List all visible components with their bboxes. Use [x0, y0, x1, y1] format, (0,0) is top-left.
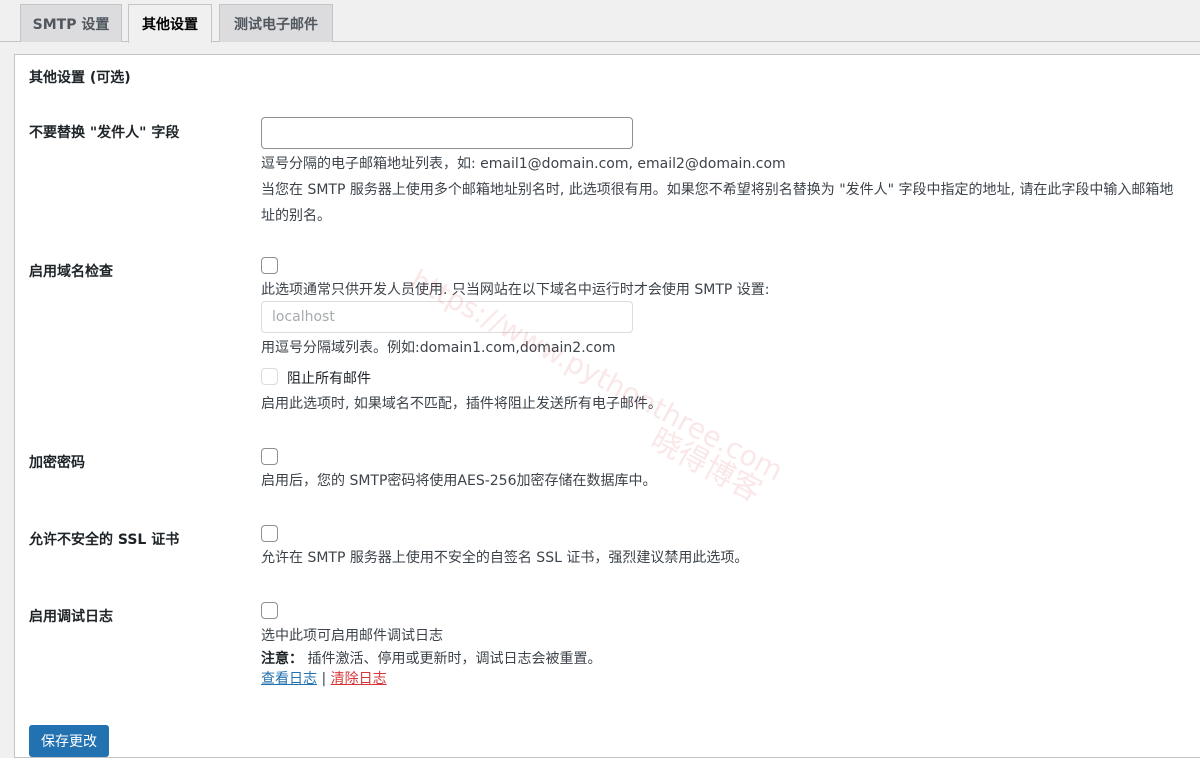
section-title: 其他设置 (可选)	[29, 70, 131, 86]
domain-check-desc-3: 启用此选项时, 如果域名不匹配，插件将阻止发送所有电子邮件。	[261, 396, 662, 412]
tab-test-email[interactable]: 测试电子邮件	[219, 4, 333, 42]
save-button[interactable]: 保存更改	[29, 725, 109, 757]
debug-log-links: 查看日志 | 清除日志	[261, 669, 387, 689]
insecure-ssl-label: 允许不安全的 SSL 证书	[29, 532, 180, 548]
debug-log-note-text: 插件激活、停用或更新时，调试日志会被重置。	[303, 651, 602, 667]
encrypt-password-checkbox[interactable]	[261, 448, 278, 465]
tab-smtp-settings[interactable]: SMTP 设置	[20, 4, 122, 42]
debug-log-checkbox[interactable]	[261, 602, 278, 619]
domain-list-placeholder: localhost	[272, 309, 335, 325]
domain-check-checkbox[interactable]	[261, 257, 278, 274]
link-separator: |	[317, 671, 331, 687]
block-all-emails-label: 阻止所有邮件	[287, 371, 371, 387]
from-field-label: 不要替换 "发件人" 字段	[29, 125, 180, 141]
domain-check-label: 启用域名检查	[29, 264, 113, 280]
view-log-link[interactable]: 查看日志	[261, 671, 317, 687]
domain-check-desc-2: 用逗号分隔域列表。例如:domain1.com,domain2.com	[261, 340, 616, 356]
encrypt-password-label: 加密密码	[29, 455, 85, 471]
from-field-input[interactable]	[261, 117, 633, 149]
tab-other-settings[interactable]: 其他设置	[128, 4, 212, 43]
insecure-ssl-checkbox[interactable]	[261, 525, 278, 542]
tab-bar: SMTP 设置 其他设置 测试电子邮件	[0, 0, 1200, 43]
domain-check-desc-1: 此选项通常只供开发人员使用. 只当网站在以下域名中运行时才会使用 SMTP 设置…	[261, 282, 770, 298]
debug-log-note: 注意： 插件激活、停用或更新时，调试日志会被重置。	[261, 646, 1181, 672]
settings-panel: 其他设置 (可选) 不要替换 "发件人" 字段 逗号分隔的电子邮箱地址列表，如:…	[14, 54, 1200, 758]
clear-log-link[interactable]: 清除日志	[331, 671, 387, 687]
block-all-emails-checkbox[interactable]	[261, 368, 278, 385]
debug-log-label: 启用调试日志	[29, 609, 113, 625]
from-field-desc-1: 逗号分隔的电子邮箱地址列表，如: email1@domain.com, emai…	[261, 156, 786, 172]
from-field-desc-2: 当您在 SMTP 服务器上使用多个邮箱地址别名时, 此选项很有用。如果您不希望将…	[261, 182, 1174, 224]
debug-log-note-label: 注意：	[261, 651, 303, 667]
insecure-ssl-desc: 允许在 SMTP 服务器上使用不安全的自签名 SSL 证书，强烈建议禁用此选项。	[261, 550, 749, 566]
